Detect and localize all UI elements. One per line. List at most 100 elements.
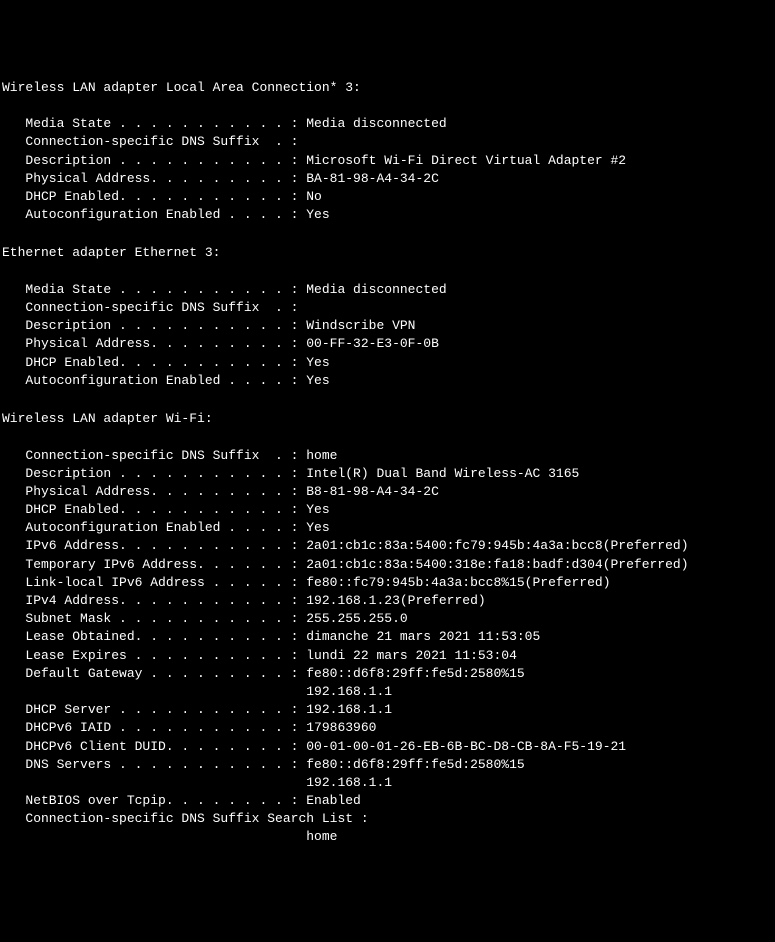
property-label: Connection-specific DNS Suffix . : (2, 300, 298, 315)
property-value: 2a01:cb1c:83a:5400:fc79:945b:4a3a:bcc8(P… (306, 538, 688, 553)
property-label: Physical Address. . . . . . . . . : (2, 171, 306, 186)
property-value: 00-01-00-01-26-EB-6B-BC-D8-CB-8A-F5-19-2… (306, 739, 626, 754)
property-label: DHCP Enabled. . . . . . . . . . . : (2, 189, 306, 204)
property-label: IPv4 Address. . . . . . . . . . . : (2, 593, 306, 608)
property-label: Description . . . . . . . . . . . : (2, 318, 306, 333)
property-line: DHCPv6 Client DUID. . . . . . . . : 00-0… (2, 738, 773, 756)
blank-line (2, 428, 773, 446)
property-value: fe80::fc79:945b:4a3a:bcc8%15(Preferred) (306, 575, 610, 590)
property-line: 192.168.1.1 (2, 774, 773, 792)
property-line: Autoconfiguration Enabled . . . . : Yes (2, 519, 773, 537)
property-value: 2a01:cb1c:83a:5400:318e:fa18:badf:d304(P… (306, 557, 688, 572)
property-label: Autoconfiguration Enabled . . . . : (2, 520, 306, 535)
property-value: Media disconnected (306, 116, 446, 131)
property-value: Media disconnected (306, 282, 446, 297)
blank-line (2, 97, 773, 115)
property-line: Physical Address. . . . . . . . . : B8-8… (2, 483, 773, 501)
property-label: DHCP Enabled. . . . . . . . . . . : (2, 355, 306, 370)
property-value: Yes (306, 207, 329, 222)
property-label (2, 775, 306, 790)
property-value: dimanche 21 mars 2021 11:53:05 (306, 629, 540, 644)
property-line: Description . . . . . . . . . . . : Wind… (2, 317, 773, 335)
property-line: DHCP Enabled. . . . . . . . . . . : Yes (2, 354, 773, 372)
property-label: DHCPv6 Client DUID. . . . . . . . : (2, 739, 306, 754)
property-value: Intel(R) Dual Band Wireless-AC 3165 (306, 466, 579, 481)
property-line: Physical Address. . . . . . . . . : BA-8… (2, 170, 773, 188)
property-label: Connection-specific DNS Suffix . : (2, 448, 306, 463)
adapter-header: Ethernet adapter Ethernet 3: (2, 244, 773, 262)
property-line: DHCP Enabled. . . . . . . . . . . : No (2, 188, 773, 206)
property-line: NetBIOS over Tcpip. . . . . . . . : Enab… (2, 792, 773, 810)
property-label: IPv6 Address. . . . . . . . . . . : (2, 538, 306, 553)
property-value: lundi 22 mars 2021 11:53:04 (306, 648, 517, 663)
property-label: Connection-specific DNS Suffix . : (2, 134, 298, 149)
property-value: fe80::d6f8:29ff:fe5d:2580%15 (306, 666, 524, 681)
property-value: Yes (306, 520, 329, 535)
adapter-header: Wireless LAN adapter Wi-Fi: (2, 410, 773, 428)
property-line: DHCP Enabled. . . . . . . . . . . : Yes (2, 501, 773, 519)
property-line: DHCPv6 IAID . . . . . . . . . . . : 1798… (2, 719, 773, 737)
property-line: IPv6 Address. . . . . . . . . . . : 2a01… (2, 537, 773, 555)
property-value: Yes (306, 355, 329, 370)
property-line: Autoconfiguration Enabled . . . . : Yes (2, 372, 773, 390)
property-value: 192.168.1.1 (306, 702, 392, 717)
property-line: Media State . . . . . . . . . . . : Medi… (2, 115, 773, 133)
property-line: Default Gateway . . . . . . . . . : fe80… (2, 665, 773, 683)
property-line: DHCP Server . . . . . . . . . . . : 192.… (2, 701, 773, 719)
property-value: 192.168.1.1 (306, 684, 392, 699)
property-label: Autoconfiguration Enabled . . . . : (2, 207, 306, 222)
property-value: 179863960 (306, 720, 376, 735)
property-label: DHCP Server . . . . . . . . . . . : (2, 702, 306, 717)
blank-line (2, 390, 773, 408)
property-line: Physical Address. . . . . . . . . : 00-F… (2, 335, 773, 353)
property-value: 192.168.1.23(Preferred) (306, 593, 485, 608)
property-value: B8-81-98-A4-34-2C (306, 484, 439, 499)
blank-line (2, 263, 773, 281)
property-value: 00-FF-32-E3-0F-0B (306, 336, 439, 351)
property-label: DHCPv6 IAID . . . . . . . . . . . : (2, 720, 306, 735)
property-value: Enabled (306, 793, 361, 808)
property-label: DNS Servers . . . . . . . . . . . : (2, 757, 306, 772)
property-line: Connection-specific DNS Suffix . : (2, 299, 773, 317)
property-value: fe80::d6f8:29ff:fe5d:2580%15 (306, 757, 524, 772)
property-line: Link-local IPv6 Address . . . . . : fe80… (2, 574, 773, 592)
property-value: 192.168.1.1 (306, 775, 392, 790)
property-line: Lease Obtained. . . . . . . . . . : dima… (2, 628, 773, 646)
property-label: Connection-specific DNS Suffix Search Li… (2, 811, 369, 826)
property-line: Autoconfiguration Enabled . . . . : Yes (2, 206, 773, 224)
property-label (2, 684, 306, 699)
property-label (2, 829, 306, 844)
blank-line (2, 224, 773, 242)
property-line: Media State . . . . . . . . . . . : Medi… (2, 281, 773, 299)
property-line: Connection-specific DNS Suffix . : (2, 133, 773, 151)
property-value: home (306, 829, 337, 844)
property-label: Media State . . . . . . . . . . . : (2, 282, 306, 297)
property-line: Connection-specific DNS Suffix Search Li… (2, 810, 773, 828)
property-label: NetBIOS over Tcpip. . . . . . . . : (2, 793, 306, 808)
property-line: home (2, 828, 773, 846)
property-label: Description . . . . . . . . . . . : (2, 153, 306, 168)
property-value: BA-81-98-A4-34-2C (306, 171, 439, 186)
property-line: Connection-specific DNS Suffix . : home (2, 447, 773, 465)
property-line: Description . . . . . . . . . . . : Inte… (2, 465, 773, 483)
property-line: IPv4 Address. . . . . . . . . . . : 192.… (2, 592, 773, 610)
property-value: No (306, 189, 322, 204)
property-value: Yes (306, 502, 329, 517)
property-label: Description . . . . . . . . . . . : (2, 466, 306, 481)
property-label: Autoconfiguration Enabled . . . . : (2, 373, 306, 388)
property-label: Subnet Mask . . . . . . . . . . . : (2, 611, 306, 626)
property-line: Temporary IPv6 Address. . . . . . : 2a01… (2, 556, 773, 574)
property-value: 255.255.255.0 (306, 611, 407, 626)
property-label: Default Gateway . . . . . . . . . : (2, 666, 306, 681)
terminal-output: Wireless LAN adapter Local Area Connecti… (2, 79, 773, 847)
property-line: Description . . . . . . . . . . . : Micr… (2, 152, 773, 170)
property-label: Temporary IPv6 Address. . . . . . : (2, 557, 306, 572)
adapter-header: Wireless LAN adapter Local Area Connecti… (2, 79, 773, 97)
property-label: DHCP Enabled. . . . . . . . . . . : (2, 502, 306, 517)
property-line: DNS Servers . . . . . . . . . . . : fe80… (2, 756, 773, 774)
property-line: Lease Expires . . . . . . . . . . : lund… (2, 647, 773, 665)
property-label: Lease Obtained. . . . . . . . . . : (2, 629, 306, 644)
property-value: Yes (306, 373, 329, 388)
property-value: home (306, 448, 337, 463)
property-value: Windscribe VPN (306, 318, 415, 333)
